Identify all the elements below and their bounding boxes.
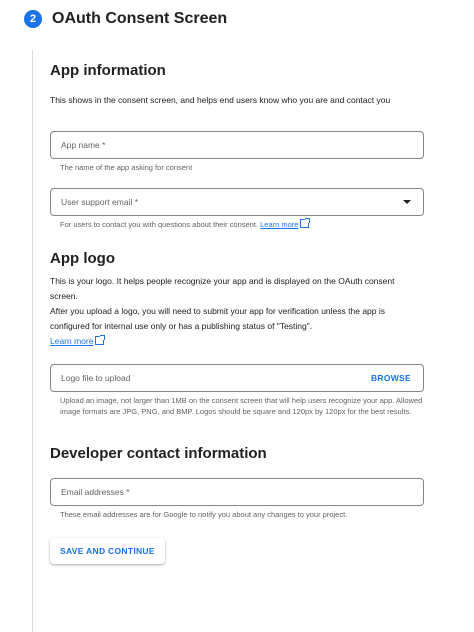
- open-in-new-icon: [95, 335, 106, 345]
- support-email-learn-more-link[interactable]: Learn more: [260, 220, 298, 229]
- consent-form: App information This shows in the consen…: [50, 62, 424, 564]
- user-support-email-hint: For users to contact you with questions …: [60, 218, 424, 230]
- save-and-continue-button[interactable]: SAVE AND CONTINUE: [50, 538, 165, 564]
- user-support-email-select[interactable]: User support email *: [50, 188, 424, 216]
- app-information-heading: App information: [50, 62, 166, 79]
- app-logo-description: This is your logo. It helps people recog…: [50, 276, 395, 301]
- developer-email-field[interactable]: Email addresses *: [50, 478, 424, 506]
- step-title: OAuth Consent Screen: [52, 10, 228, 27]
- developer-email-hint: These email addresses are for Google to …: [60, 510, 348, 519]
- user-support-email-placeholder: User support email *: [61, 197, 139, 207]
- user-support-email-hint-text: For users to contact you with questions …: [60, 220, 259, 229]
- logo-upload-hint: Upload an image, not larger than 1MB on …: [60, 396, 423, 416]
- logo-file-upload-field[interactable]: Logo file to upload BROWSE: [50, 364, 424, 392]
- step-connector-line: [32, 50, 33, 632]
- app-information-description: This shows in the consent screen, and he…: [50, 95, 391, 105]
- step-header: 2 OAuth Consent Screen: [24, 10, 227, 28]
- app-logo-verification-note: After you upload a logo, you will need t…: [50, 306, 385, 331]
- app-name-placeholder: App name *: [61, 140, 106, 150]
- app-logo-learn-more: Learn more: [50, 334, 424, 349]
- app-name-hint: The name of the app asking for consent: [60, 163, 193, 172]
- app-name-field[interactable]: App name *: [50, 131, 424, 159]
- app-logo-heading: App logo: [50, 250, 115, 267]
- developer-email-placeholder: Email addresses *: [61, 487, 130, 497]
- logo-file-placeholder: Logo file to upload: [61, 373, 131, 383]
- dropdown-arrow-icon: [403, 200, 411, 204]
- developer-contact-heading: Developer contact information: [50, 445, 267, 462]
- step-number-badge: 2: [24, 10, 42, 28]
- app-logo-learn-more-link[interactable]: Learn more: [50, 336, 93, 346]
- browse-button[interactable]: BROWSE: [371, 373, 411, 383]
- open-in-new-icon: [300, 218, 311, 228]
